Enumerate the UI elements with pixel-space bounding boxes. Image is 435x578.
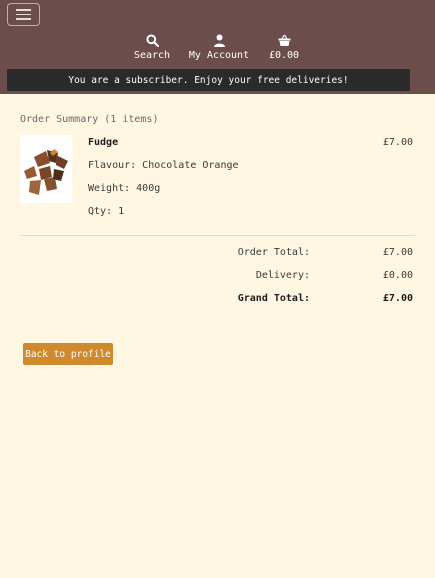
grand-total-label: Grand Total: bbox=[237, 293, 310, 304]
search-icon bbox=[145, 34, 159, 47]
order-summary-title: Order Summary (1 items) bbox=[20, 114, 159, 125]
product-image bbox=[20, 135, 72, 203]
product-name: Fudge bbox=[88, 137, 119, 148]
back-to-profile-button[interactable]: Back to profile bbox=[23, 343, 113, 365]
order-total-value: £7.00 bbox=[382, 247, 413, 258]
product-price: £7.00 bbox=[382, 137, 413, 148]
nav-search[interactable]: Search bbox=[133, 34, 171, 64]
site-header: Search My Account £0.00 You are a subscr… bbox=[0, 0, 435, 94]
product-flavour: Flavour: Chocolate Orange bbox=[88, 160, 239, 171]
hamburger-icon bbox=[16, 9, 31, 11]
subscriber-banner: You are a subscriber. Enjoy your free de… bbox=[7, 69, 410, 91]
nav-my-account[interactable]: My Account bbox=[188, 34, 250, 64]
order-total-label: Order Total: bbox=[237, 247, 310, 258]
basket-total: £0.00 bbox=[268, 50, 300, 61]
nav-account-label: My Account bbox=[188, 50, 250, 61]
nav-search-label: Search bbox=[133, 50, 171, 61]
product-qty: Qty: 1 bbox=[88, 206, 125, 217]
summary-divider bbox=[20, 235, 415, 236]
nav-basket[interactable]: £0.00 bbox=[268, 34, 300, 64]
grand-total-value: £7.00 bbox=[382, 293, 413, 304]
delivery-value: £0.00 bbox=[382, 270, 413, 281]
basket-icon bbox=[278, 34, 290, 46]
user-icon bbox=[213, 34, 225, 47]
delivery-label: Delivery: bbox=[255, 270, 310, 281]
product-weight: Weight: 400g bbox=[88, 183, 161, 194]
menu-toggle-button[interactable] bbox=[7, 3, 40, 26]
